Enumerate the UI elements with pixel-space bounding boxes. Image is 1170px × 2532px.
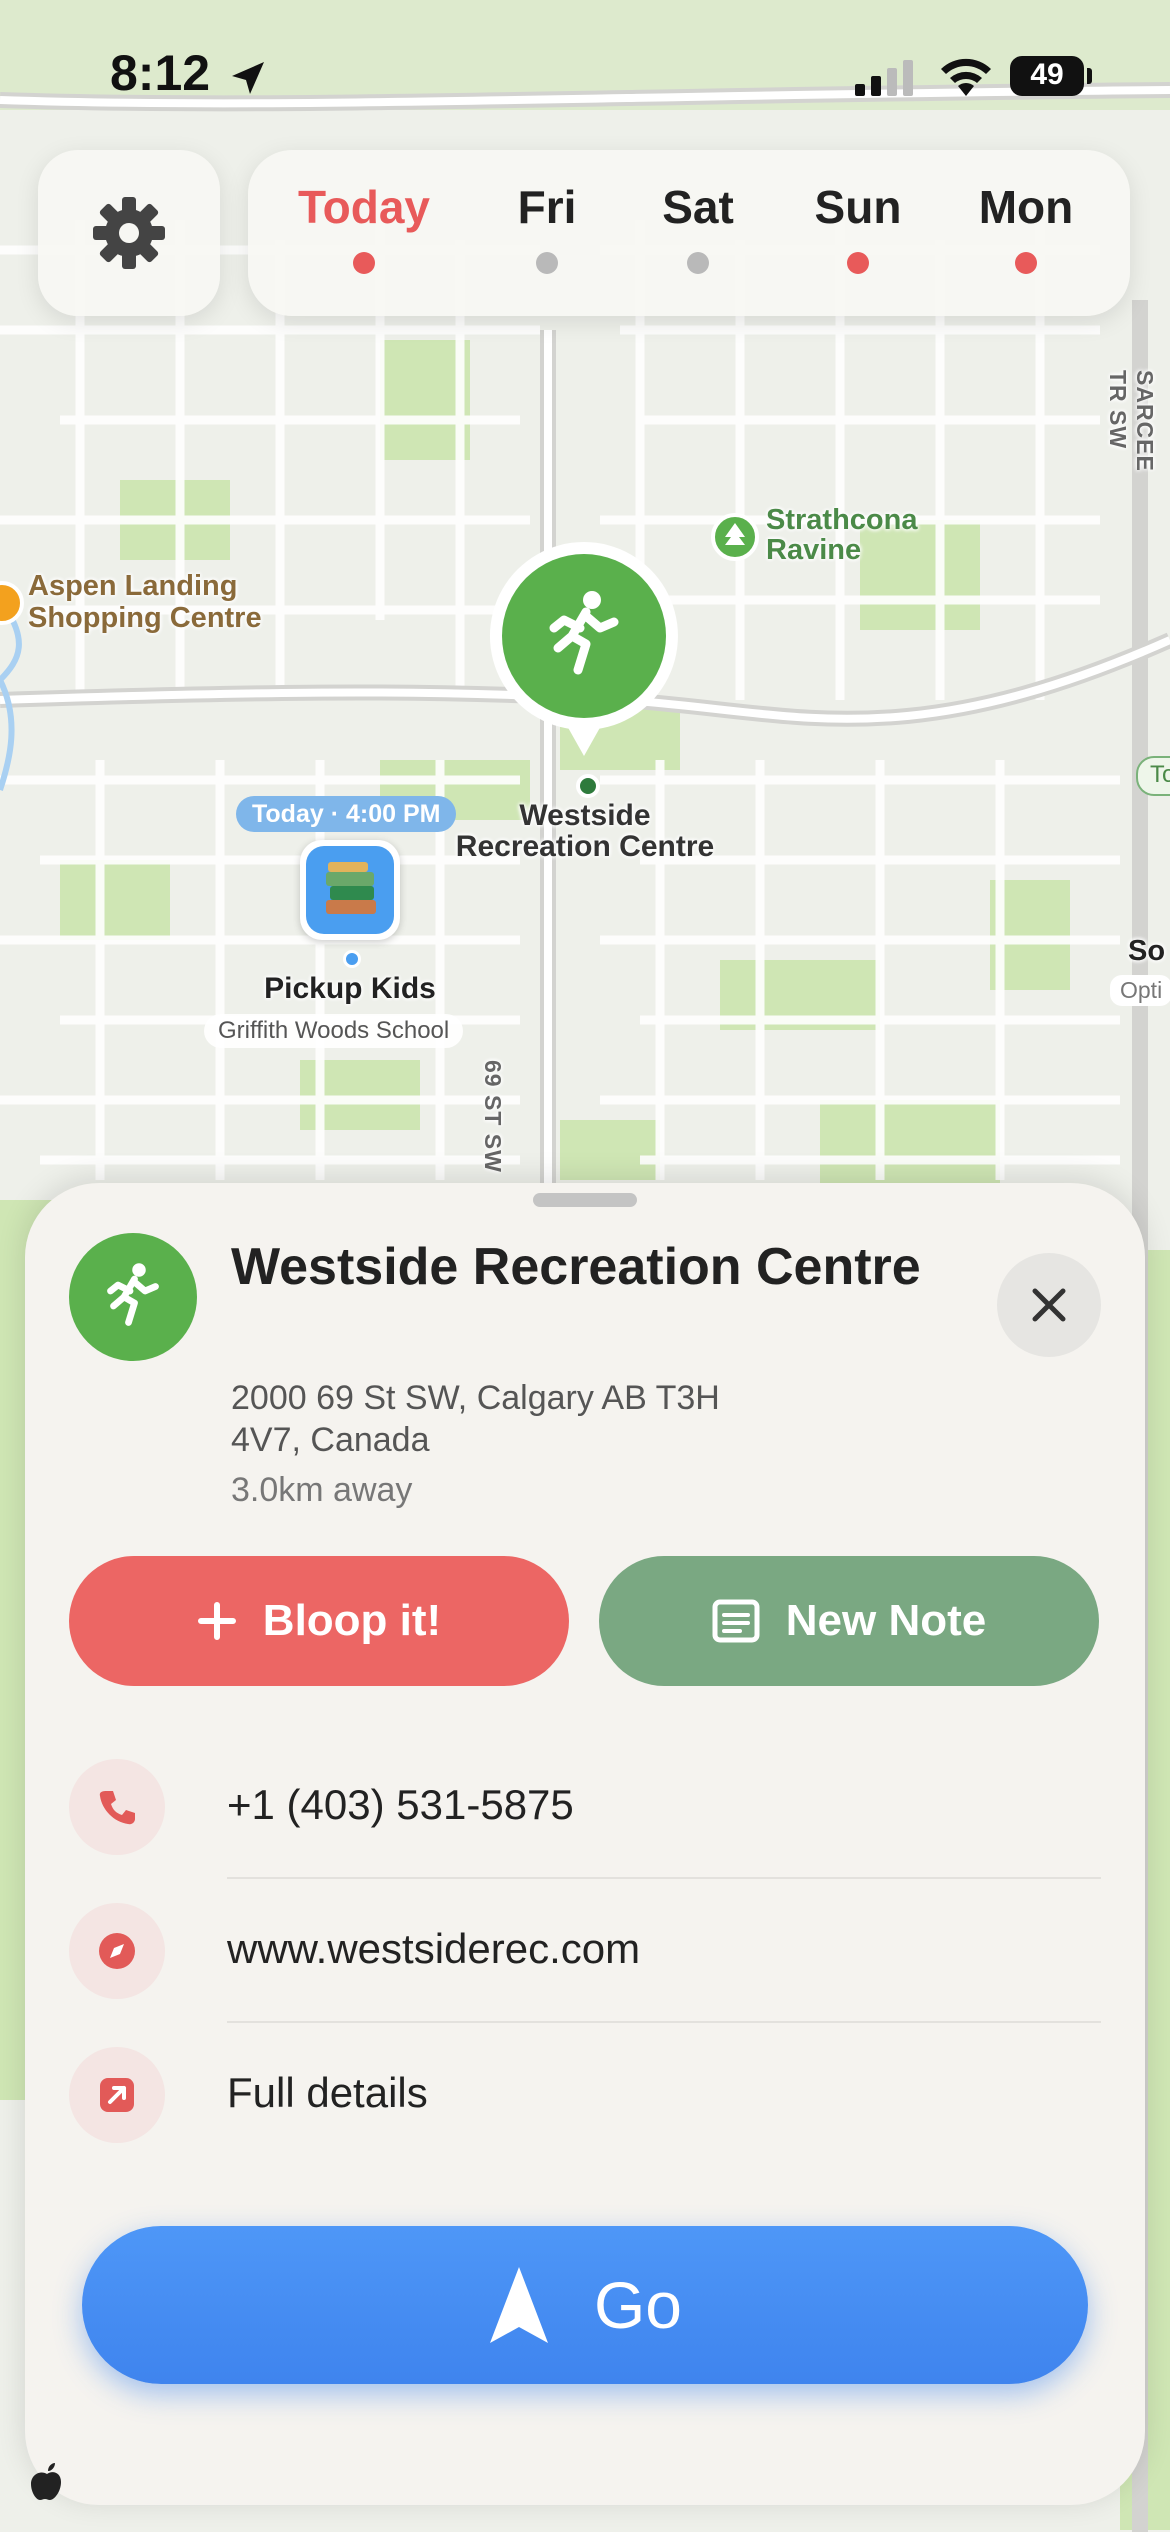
- selected-place-pin[interactable]: [482, 534, 686, 784]
- tab-label: Fri: [517, 181, 577, 233]
- tab-fri[interactable]: Fri: [477, 180, 617, 274]
- selected-pin-label[interactable]: Westside Recreation Centre: [440, 800, 730, 862]
- arrow-up-right-icon: [100, 2078, 134, 2112]
- status-bar: 8:12 49: [0, 0, 1170, 150]
- battery-icon: 49: [1010, 56, 1092, 96]
- running-person-icon: [107, 1263, 159, 1326]
- place-distance: 3.0km away: [231, 1471, 413, 1509]
- tab-label: Sat: [662, 181, 734, 233]
- tab-sat[interactable]: Sat: [628, 180, 768, 274]
- reminder-title[interactable]: Pickup Kids: [250, 972, 450, 1006]
- full-details-row[interactable]: Full details: [69, 2023, 1101, 2167]
- bloop-it-button[interactable]: Bloop it!: [69, 1556, 569, 1686]
- note-icon: [712, 1599, 760, 1643]
- location-arrow-icon: [232, 62, 264, 94]
- gear-icon: [93, 197, 165, 269]
- cellular-signal-icon: [855, 60, 913, 96]
- wifi-icon: [941, 58, 991, 96]
- settings-button[interactable]: [38, 150, 220, 316]
- plus-icon: [197, 1602, 236, 1640]
- full-details-label[interactable]: Full details: [227, 2069, 428, 2117]
- tab-sun[interactable]: Sun: [788, 180, 928, 274]
- place-category-badge: [69, 1233, 197, 1361]
- edge-label-so: So: [1128, 935, 1166, 967]
- phone-number[interactable]: +1 (403) 531-5875: [227, 1781, 574, 1829]
- go-button[interactable]: Go: [82, 2226, 1088, 2384]
- compass-icon-badge: [69, 1903, 165, 1999]
- running-person-icon: [549, 591, 619, 675]
- website-row[interactable]: www.westsiderec.com: [69, 1879, 1101, 2023]
- compass-icon: [99, 1933, 135, 1969]
- edge-road-badge: To: [1136, 756, 1170, 796]
- status-time: 8:12: [110, 45, 211, 101]
- event-dot: [536, 252, 558, 274]
- tab-label: Mon: [978, 181, 1074, 233]
- tab-label: Today: [297, 181, 431, 233]
- reminder-pin[interactable]: [300, 840, 400, 940]
- event-dot: [847, 252, 869, 274]
- selected-pin-anchor-dot: [576, 774, 600, 798]
- sheet-grabber[interactable]: [533, 1193, 637, 1207]
- bloop-it-label: Bloop it!: [262, 1596, 442, 1645]
- new-note-button[interactable]: New Note: [599, 1556, 1099, 1686]
- event-dot: [687, 252, 709, 274]
- edge-road-label: To: [1150, 761, 1170, 788]
- street-label-sarcee-tr-sw: SARCEE TR SW: [1105, 370, 1158, 472]
- poi-label-aspen-landing[interactable]: Aspen Landing Shopping Centre: [28, 570, 262, 634]
- place-detail-sheet: Westside Recreation Centre 2000 69 St SW…: [25, 1183, 1145, 2505]
- phone-icon-badge: [69, 1759, 165, 1855]
- navigation-arrow-icon: [489, 2267, 548, 2343]
- arrow-icon-badge: [69, 2047, 165, 2143]
- street-label-69-st-sw: 69 ST SW: [480, 1060, 506, 1173]
- phone-icon: [99, 1791, 135, 1825]
- close-button[interactable]: [997, 1253, 1101, 1357]
- website-link[interactable]: www.westsiderec.com: [227, 1925, 640, 1973]
- reminder-anchor-dot: [343, 950, 361, 968]
- day-selector: Today Fri Sat Sun Mon: [248, 150, 1130, 316]
- go-label: Go: [593, 2268, 683, 2342]
- books-icon: [326, 862, 376, 914]
- battery-level: 49: [1030, 58, 1064, 91]
- phone-row[interactable]: +1 (403) 531-5875: [69, 1735, 1101, 1879]
- apple-logo-icon: [31, 2463, 61, 2500]
- edge-label-opti: Opti: [1110, 975, 1170, 1006]
- event-dot: [1015, 252, 1037, 274]
- poi-label-strathcona-ravine[interactable]: Strathcona Ravine: [766, 505, 917, 565]
- close-icon: [1032, 1288, 1066, 1322]
- new-note-label: New Note: [785, 1596, 987, 1645]
- place-address: 2000 69 St SW, Calgary AB T3H 4V7, Canad…: [231, 1379, 720, 1459]
- reminder-subtitle: Griffith Woods School: [204, 1014, 464, 1048]
- place-title: Westside Recreation Centre: [231, 1238, 921, 1296]
- tab-today[interactable]: Today: [294, 180, 434, 274]
- reminder-time-badge[interactable]: Today · 4:00 PM: [236, 796, 457, 832]
- tab-label: Sun: [814, 181, 902, 233]
- tab-mon[interactable]: Mon: [956, 180, 1096, 274]
- event-dot: [353, 252, 375, 274]
